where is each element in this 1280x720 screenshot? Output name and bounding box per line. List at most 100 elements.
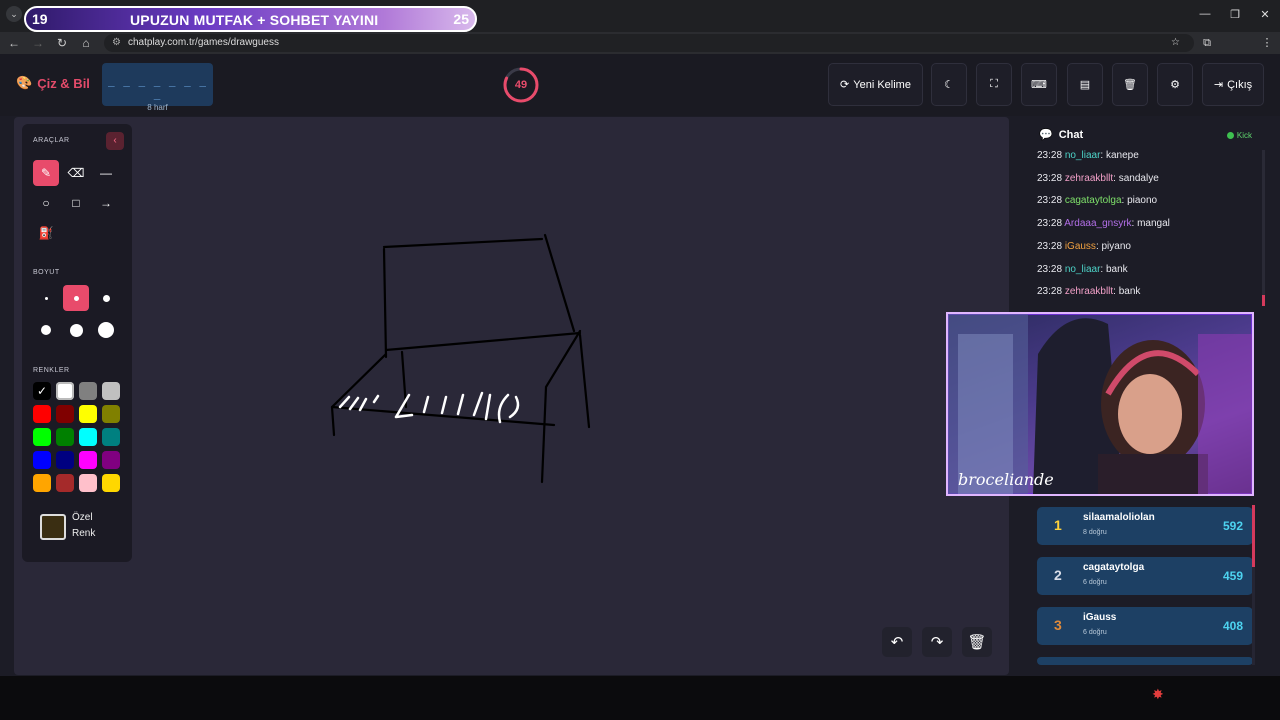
chat-message-user[interactable]: no_liaar [1065, 264, 1101, 275]
leaderboard-row: 1 silaamaloliolan 8 doğru 592 [1037, 507, 1253, 545]
redo-button[interactable]: ↷ [922, 627, 952, 657]
color-swatch[interactable] [102, 451, 120, 469]
chat-message-user[interactable]: Ardaaa_gnsyrk [1064, 218, 1131, 229]
color-swatch[interactable] [102, 382, 120, 400]
leaderboard-row-partial [1037, 657, 1253, 665]
line-tool[interactable]: — [93, 160, 119, 186]
delete-button[interactable]: 🗑 [1112, 63, 1148, 106]
eraser-tool[interactable]: ⌫ [63, 160, 89, 186]
url-field[interactable]: ⚙ chatplay.com.tr/games/drawguess ☆ [104, 34, 1194, 52]
browser-menu-icon[interactable]: ⋮ [1259, 35, 1275, 51]
site-info-icon[interactable]: ⚙ [112, 34, 121, 52]
keyboard-button[interactable]: ⌨ [1021, 63, 1057, 106]
fullscreen-button[interactable]: ⛶ [976, 63, 1012, 106]
chat-message-user[interactable]: iGauss [1065, 241, 1096, 252]
app-header: 🎨 Çiz & Bil _ _ _ _ _ _ _ _ 8 harf 49 ⟳ … [0, 54, 1280, 116]
back-icon[interactable]: ← [6, 35, 22, 51]
brush-tool[interactable]: ✎ [33, 160, 59, 186]
chat-message-user[interactable]: zehraakbllt [1065, 286, 1113, 297]
redo-icon: ↷ [930, 634, 944, 651]
chat-message-text: : sandalye [1113, 172, 1159, 184]
color-swatch[interactable] [56, 428, 74, 446]
custom-color-label-line1: Özel [72, 512, 93, 523]
tools-section-title: ARAÇLAR [33, 137, 70, 144]
custom-color-swatch[interactable] [40, 514, 66, 540]
chat-scrollbar-thumb[interactable] [1262, 295, 1265, 306]
bookmark-star-icon[interactable]: ☆ [1171, 34, 1180, 52]
chat-message: 23:28 zehraakbllt: sandalye [1037, 173, 1159, 184]
chat-message-time: 23:28 [1037, 218, 1063, 230]
fill-tool[interactable]: ⛽ [33, 220, 59, 246]
exit-button[interactable]: ⇥ Çıkış [1202, 63, 1264, 106]
chat-message-user[interactable]: no_liaar [1065, 150, 1101, 161]
palette-icon: 🎨 [16, 75, 33, 90]
leaderboard-scrollbar[interactable] [1252, 505, 1255, 665]
chat-scrollbar[interactable] [1262, 150, 1265, 306]
word-length: 8 harf [147, 103, 168, 112]
size-option-2[interactable] [63, 285, 89, 311]
color-swatch[interactable] [79, 474, 97, 492]
archive-button[interactable]: ▤ [1067, 63, 1103, 106]
leaderboard-scrollbar-thumb[interactable] [1252, 505, 1255, 567]
color-swatch[interactable]: ✓ [33, 382, 51, 400]
undo-button[interactable]: ↶ [882, 627, 912, 657]
leaderboard-rank: 1 [1054, 517, 1062, 533]
size-option-4[interactable] [33, 317, 59, 343]
trash-icon: 🗑 [1123, 79, 1137, 91]
tab-search-dropdown-icon[interactable]: ⌄ [6, 6, 22, 22]
tab-left-number: 19 [32, 11, 48, 27]
size-section-title: BOYUT [33, 269, 60, 276]
size-option-5[interactable] [63, 317, 89, 343]
home-icon[interactable]: ⌂ [78, 35, 94, 51]
color-swatch[interactable] [33, 405, 51, 423]
color-swatch[interactable] [56, 382, 74, 400]
collapse-panel-button[interactable]: ‹ [106, 132, 124, 150]
chat-message: 23:28 cagataytolga: piaono [1037, 195, 1157, 206]
clear-canvas-button[interactable]: 🗑 [962, 627, 992, 657]
reload-icon[interactable]: ↻ [54, 35, 70, 51]
color-swatch[interactable] [56, 405, 74, 423]
close-window-icon[interactable]: ✕ [1250, 0, 1280, 28]
color-swatch[interactable] [79, 428, 97, 446]
rectangle-tool[interactable]: □ [63, 190, 89, 216]
color-swatch[interactable] [102, 405, 120, 423]
chat-message-user[interactable]: zehraakbllt [1065, 173, 1113, 184]
size-option-6[interactable] [93, 317, 119, 343]
tools-panel: ARAÇLAR ‹ ✎ ⌫ — ○ □ → ⛽ BOYUT RENKLER ✓ … [22, 124, 132, 562]
square-icon: □ [72, 196, 80, 210]
forward-icon[interactable]: → [30, 35, 46, 51]
color-swatch[interactable] [56, 451, 74, 469]
chat-message: 23:28 Ardaaa_gnsyrk: mangal [1037, 218, 1170, 229]
color-swatch[interactable] [79, 382, 97, 400]
color-swatch[interactable] [33, 451, 51, 469]
size-option-3[interactable] [93, 285, 119, 311]
stream-logo-icon: ✸ [1152, 686, 1164, 702]
moon-icon: ☾ [944, 79, 954, 91]
browser-tab[interactable]: 19 UPUZUN MUTFAK + SOHBET YAYINI 25 [24, 6, 477, 32]
brush-icon: ✎ [40, 166, 52, 180]
gear-icon: ⚙ [1170, 79, 1180, 91]
color-swatch[interactable] [33, 428, 51, 446]
leaderboard-rank: 2 [1054, 567, 1062, 583]
dark-mode-button[interactable]: ☾ [931, 63, 967, 106]
chat-message-user[interactable]: cagataytolga [1065, 195, 1122, 206]
color-swatch[interactable] [102, 474, 120, 492]
color-swatch[interactable] [33, 474, 51, 492]
arrow-tool[interactable]: → [93, 190, 119, 216]
color-swatch[interactable] [79, 451, 97, 469]
color-swatch[interactable] [56, 474, 74, 492]
drawing-canvas[interactable] [14, 117, 1009, 675]
size-option-1[interactable] [33, 285, 59, 311]
color-swatch[interactable] [79, 405, 97, 423]
minimize-icon[interactable]: — [1190, 0, 1220, 28]
settings-button[interactable]: ⚙ [1157, 63, 1193, 106]
word-mask: _ _ _ _ _ _ _ _ [107, 74, 208, 100]
new-word-button[interactable]: ⟳ Yeni Kelime [828, 63, 923, 106]
circle-tool[interactable]: ○ [33, 190, 59, 216]
refresh-icon: ⟳ [840, 79, 850, 91]
chat-message: 23:28 iGauss: piyano [1037, 241, 1131, 252]
extensions-icon[interactable]: ⧉ [1199, 35, 1215, 51]
color-swatch[interactable] [102, 428, 120, 446]
restore-icon[interactable]: ❐ [1220, 0, 1250, 28]
app-logo[interactable]: 🎨 Çiz & Bil [16, 75, 90, 91]
